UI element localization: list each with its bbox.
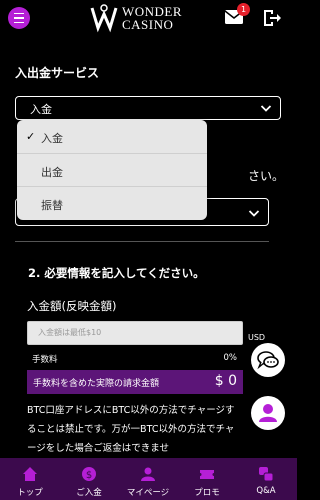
amount-label: 入金額(反映金額) <box>27 299 117 313</box>
service-select[interactable]: 入金 <box>15 96 281 120</box>
section-title: 入出金サービス <box>15 66 100 80</box>
currency-unit: USD <box>248 333 266 342</box>
dropdown-option-withdraw[interactable]: 出金 <box>17 156 207 186</box>
partial-instruction-text: さい。 <box>248 169 285 183</box>
nav-item-top[interactable]: トップ <box>5 458 55 500</box>
amount-input[interactable]: 入金額は最低$10 <box>27 321 243 345</box>
logo[interactable]: WONDER CASINO <box>88 2 182 34</box>
logo-text-line2: CASINO <box>122 17 174 32</box>
nav-item-mypage[interactable]: マイページ <box>123 458 173 500</box>
nav-item-label: プロモ <box>194 488 220 498</box>
ticket-icon <box>200 470 214 479</box>
total-value: $ 0 <box>214 373 237 389</box>
fee-value: 0% <box>223 353 238 363</box>
nav-item-label: ご入金 <box>76 488 102 498</box>
dollar-icon: $ <box>82 467 96 481</box>
qa-icon <box>259 467 274 482</box>
nav-item-deposit[interactable]: $ ご入金 <box>64 458 114 500</box>
dropdown-separator <box>17 153 207 154</box>
mail-badge: 1 <box>237 3 250 16</box>
dropdown-option-transfer[interactable]: 振替 <box>17 189 207 219</box>
dropdown-option-label: 入金 <box>41 132 63 145</box>
header: WONDER CASINO 1 <box>0 0 297 36</box>
chat-button[interactable] <box>251 343 285 377</box>
dropdown-separator <box>17 186 207 187</box>
dropdown-option-deposit[interactable]: ✓ 入金 <box>17 122 207 152</box>
chevron-down-icon <box>260 105 272 112</box>
chat-icon <box>257 351 279 370</box>
divider <box>15 241 269 242</box>
logout-icon[interactable] <box>262 8 282 28</box>
service-dropdown-menu: ✓ 入金 出金 振替 <box>17 120 207 220</box>
chevron-down-icon <box>248 210 260 217</box>
checkmark-icon: ✓ <box>26 130 36 143</box>
user-icon <box>141 467 155 481</box>
hamburger-menu-button[interactable] <box>8 7 30 29</box>
user-icon <box>259 404 277 422</box>
service-select-value: 入金 <box>30 103 52 116</box>
fee-row: 手数料 0% <box>27 353 241 367</box>
nav-item-qa[interactable]: Q&A <box>241 458 291 500</box>
svg-text:$: $ <box>86 470 92 481</box>
home-icon <box>23 467 37 481</box>
nav-item-label: マイページ <box>126 488 170 498</box>
nav-item-label: Q&A <box>256 486 276 496</box>
dropdown-option-label: 出金 <box>41 166 63 179</box>
fee-label: 手数料 <box>32 355 58 365</box>
notice-text: BTC口座アドレスにBTC以外の方法でチャージすることは禁止です。万が一BTC以… <box>27 405 235 454</box>
dropdown-option-label: 振替 <box>41 199 63 212</box>
logo-emblem-icon <box>90 4 118 33</box>
total-row: 手数料を含めた実際の請求金額 $ 0 <box>27 370 243 394</box>
total-label: 手数料を含めた実際の請求金額 <box>33 379 160 389</box>
step2-title: 2. 必要情報を記入してください。 <box>28 266 205 280</box>
bottom-nav: トップ $ ご入金 マイページ プロモ Q&A <box>0 458 297 500</box>
nav-item-promo[interactable]: プロモ <box>182 458 232 500</box>
nav-item-label: トップ <box>17 488 43 498</box>
support-user-button[interactable] <box>251 396 285 430</box>
